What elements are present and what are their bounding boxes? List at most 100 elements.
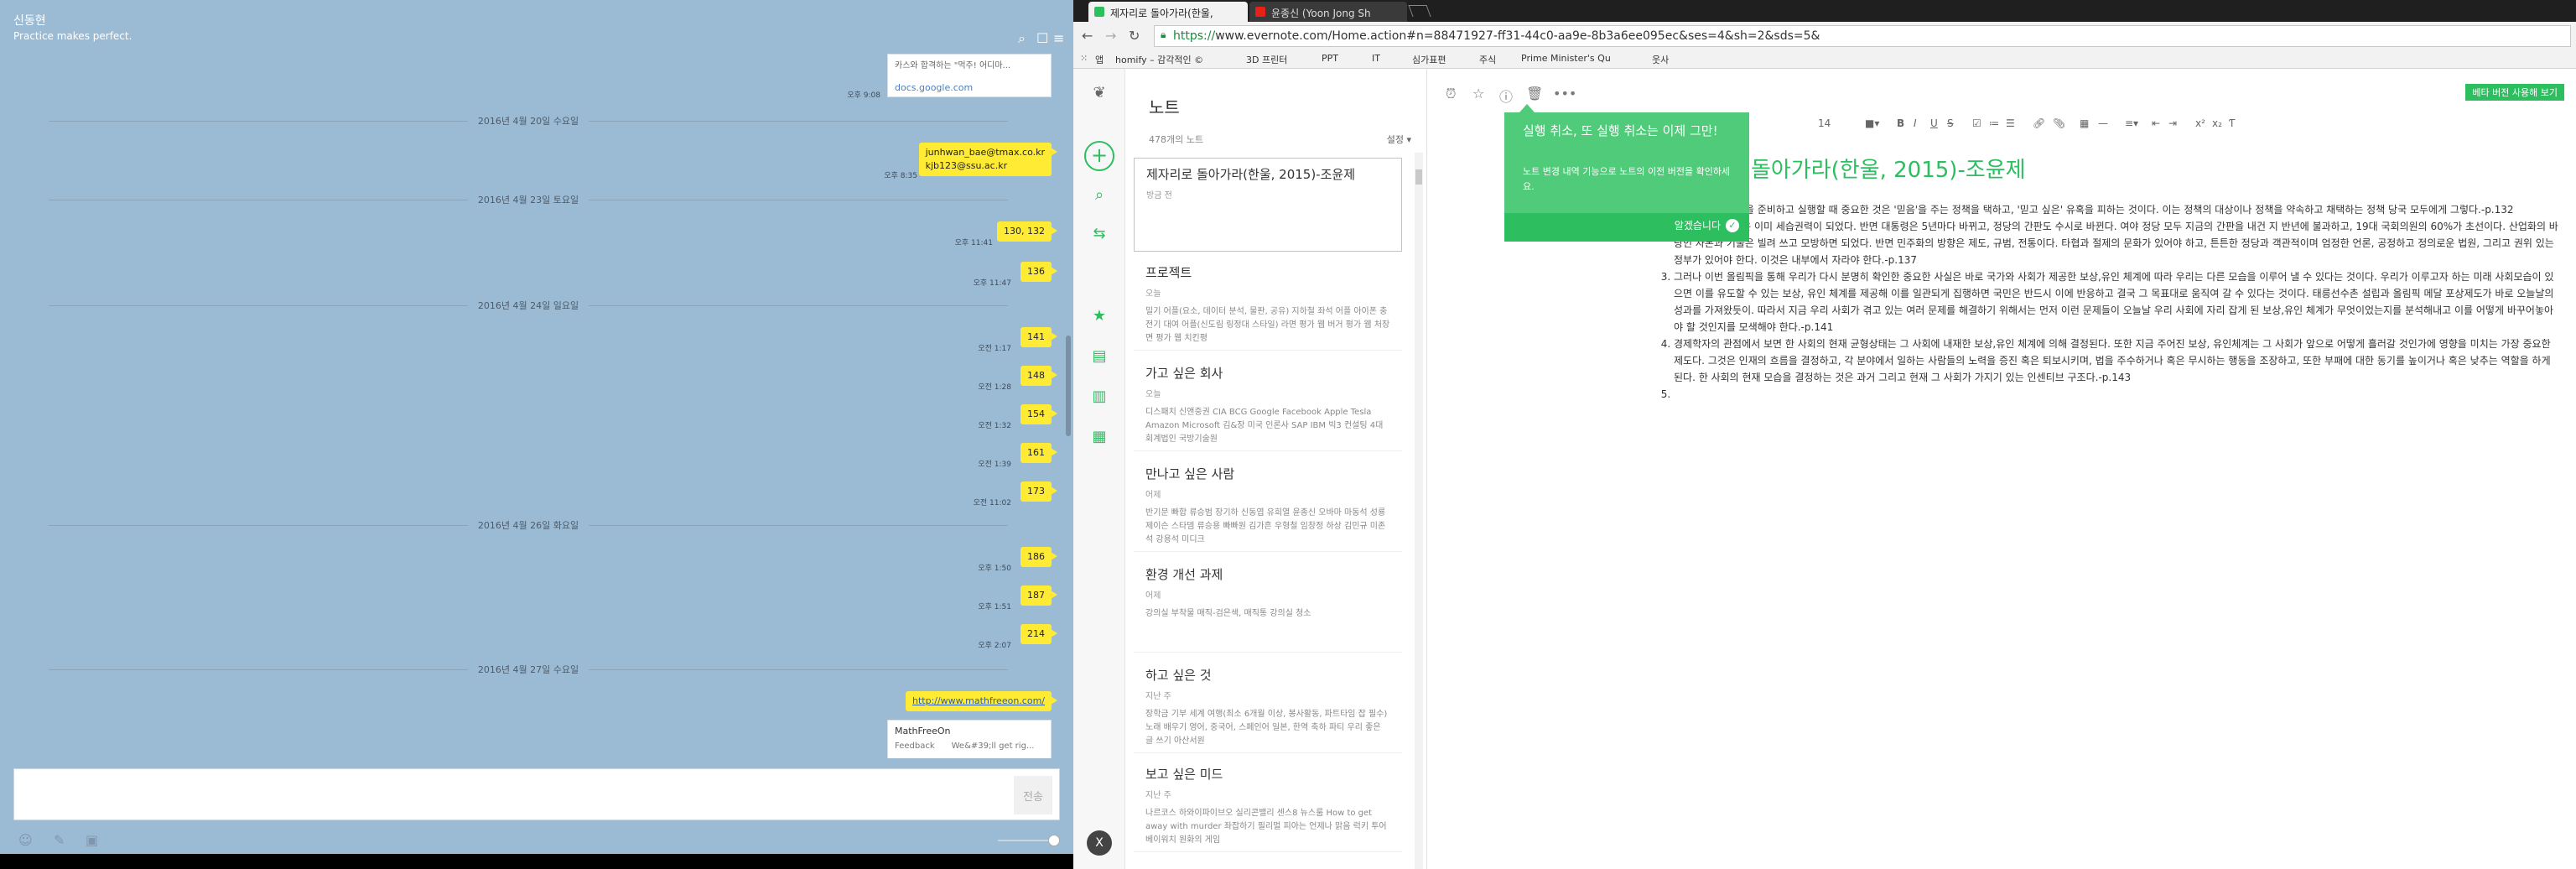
bookmark-folder[interactable]: 심가표편 xyxy=(1412,53,1446,66)
superscript-icon[interactable]: x² xyxy=(2195,117,2205,129)
feature-tooltip: 실행 취소, 또 실행 취소는 이제 그만! 노트 변경 내역 기능으로 노트의… xyxy=(1504,112,1749,242)
tab-evernote[interactable]: 제자리로 돌아가라(한울, xyxy=(1088,2,1248,22)
note-card[interactable]: 가고 싶은 회사 오늘 디스패치 신앤중권 CIA BCG Google Fac… xyxy=(1134,357,1402,451)
tooltip-body: 노트 변경 내역 기능으로 노트의 이전 버전을 확인하세요. xyxy=(1523,166,1731,192)
menu-icon[interactable]: ≡ xyxy=(1053,30,1064,46)
shortcut-star-icon[interactable]: ☆ xyxy=(1472,86,1484,101)
italic-icon[interactable]: I xyxy=(1914,117,1917,129)
tab-label: 제자리로 돌아가라(한울, xyxy=(1110,8,1213,19)
note-date: 오늘 xyxy=(1145,289,1161,299)
bookmark-homify[interactable]: homify – 감각적인 © xyxy=(1115,53,1203,66)
note-card[interactable]: 하고 싶은 것 지난 주 장학금 기부 세계 여행(최소 6개월 이상, 봉사활… xyxy=(1134,659,1402,753)
table-icon[interactable]: ▦ xyxy=(2080,117,2089,129)
notice-icon[interactable]: ☐ xyxy=(1036,30,1048,46)
strikethrough-icon[interactable]: S xyxy=(1947,117,1954,129)
bookmark-pm-questions[interactable]: Prime Minister's Qu xyxy=(1521,53,1611,64)
more-icon[interactable]: ••• xyxy=(1553,86,1576,101)
work-chat-icon[interactable]: ⇆ xyxy=(1089,225,1109,245)
trash-icon[interactable]: 🗑︎ xyxy=(1526,86,1543,101)
capture-icon[interactable]: ▣ xyxy=(86,832,98,848)
sort-options[interactable]: 설정 ▾ xyxy=(1387,133,1411,146)
bold-icon[interactable]: B xyxy=(1897,117,1904,129)
note-card[interactable]: 제자리로 돌아가라(한울, 2015)-조윤제 방금 전 xyxy=(1134,158,1402,252)
align-icon[interactable]: ≡▾ xyxy=(2125,117,2138,129)
message-bubble[interactable]: 148 xyxy=(1021,366,1057,386)
note-card[interactable]: 환경 개선 과제 어제 강의실 부착물 매직-검은색, 매직통 강의실 청소 xyxy=(1134,559,1402,653)
tab-youtube[interactable]: 윤종신 (Yoon Jong Sh xyxy=(1249,2,1407,22)
checkbox-icon[interactable]: ☑ xyxy=(1972,117,1981,129)
bookmark-3d[interactable]: 3D 프린터 xyxy=(1246,53,1287,66)
bookmark-humor[interactable]: 웃사 xyxy=(1652,53,1669,66)
message-text[interactable]: http://www.mathfreeon.com/ xyxy=(912,695,1045,706)
url-input[interactable]: https://www.evernote.com/Home.action#n=8… xyxy=(1154,25,2571,47)
bottom-strip xyxy=(0,854,1073,869)
tooltip-ok-label: 알겠습니다 xyxy=(1674,220,1721,232)
note-list-scroll-thumb[interactable] xyxy=(1415,169,1422,185)
evernote-logo-icon[interactable]: ❦ xyxy=(1089,84,1109,104)
message-text: 214 xyxy=(1027,628,1045,639)
message-bubble[interactable]: 154 xyxy=(1021,404,1057,424)
note-body[interactable]: 어떤 시대건 정책을 준비하고 실행할 때 중요한 것은 '믿음'을 주는 정책… xyxy=(1662,201,2559,403)
font-color-icon[interactable]: ■▾ xyxy=(1865,117,1879,129)
shortcuts-star-icon[interactable]: ★ xyxy=(1089,307,1109,327)
link-preview-card[interactable]: 카스와 합격하는 "먹주! 어디마... docs.google.com xyxy=(887,54,1052,97)
subscript-icon[interactable]: x₂ xyxy=(2212,117,2222,129)
outdent-icon[interactable]: ⇤ xyxy=(2152,117,2160,129)
search-icon[interactable]: ⌕ xyxy=(1018,30,1026,47)
message-bubble[interactable]: 187 xyxy=(1021,585,1057,606)
note-card[interactable]: 프로젝트 오늘 밀기 어플(요소, 데이터 분석, 물판, 공유) 지하철 좌석… xyxy=(1134,257,1402,351)
link-icon[interactable]: 🔗︎ xyxy=(2033,117,2045,129)
tags-icon[interactable]: ▦ xyxy=(1089,428,1109,448)
message-time: 오후 2:07 xyxy=(978,642,1011,650)
font-size-select[interactable]: 14 xyxy=(1818,117,1831,129)
indent-icon[interactable]: ⇥ xyxy=(2168,117,2177,129)
message-bubble[interactable]: 141 xyxy=(1021,327,1057,347)
lock-icon[interactable]: 🔒︎ xyxy=(1161,29,1166,41)
message-bubble[interactable]: 214 xyxy=(1021,624,1057,644)
message-bubble[interactable]: 136 xyxy=(1021,262,1057,282)
numbered-list-icon[interactable]: ≔ xyxy=(1989,117,1999,129)
back-icon[interactable]: ← xyxy=(1082,28,1093,44)
note-item: 어떤 시대건 정책을 준비하고 실행할 때 중요한 것은 '믿음'을 주는 정책… xyxy=(1674,201,2559,218)
clear-format-icon[interactable]: Ƭ xyxy=(2229,117,2235,129)
new-tab-button[interactable] xyxy=(1408,5,1431,17)
bookmark-stock[interactable]: 주식 xyxy=(1479,53,1496,66)
message-link[interactable]: http://www.mathfreeon.com/ xyxy=(905,691,1058,711)
note-list-scrollbar[interactable] xyxy=(1415,153,1423,869)
notebooks-icon[interactable]: ▥ xyxy=(1089,388,1109,408)
notes-icon[interactable]: ▤ xyxy=(1089,347,1109,367)
note-card[interactable]: 보고 싶은 미드 지난 주 나르코스 하와이파이브오 실리콘밸리 센스8 뉴스룸… xyxy=(1134,758,1402,852)
avatar[interactable]: X xyxy=(1087,830,1112,856)
card-link[interactable]: docs.google.com xyxy=(895,82,1044,93)
chat-scroll-thumb[interactable] xyxy=(1066,336,1071,436)
new-note-button[interactable]: + xyxy=(1084,141,1114,171)
attachment-icon[interactable]: 📎︎ xyxy=(2053,117,2065,129)
forward-icon[interactable]: → xyxy=(1105,28,1116,44)
message-bubble[interactable]: 161 xyxy=(1021,443,1057,463)
reminder-icon[interactable]: ⏰︎ xyxy=(1446,86,1456,102)
search-icon[interactable]: ⌕ xyxy=(1089,186,1109,206)
message-bubble[interactable]: 130, 132 xyxy=(997,221,1057,242)
reload-icon[interactable]: ↻ xyxy=(1129,28,1140,44)
message-input[interactable]: 전송 xyxy=(13,768,1060,820)
link-preview-card[interactable]: MathFreeOn Feedback We&#39;ll get rig... xyxy=(887,720,1052,758)
message-bubble[interactable]: 173 xyxy=(1021,481,1057,502)
apps-icon[interactable]: ⁙ xyxy=(1080,53,1088,64)
bullet-list-icon[interactable]: ☰ xyxy=(2006,117,2015,129)
bookmark-it[interactable]: IT xyxy=(1372,53,1380,64)
try-beta-button[interactable]: 베타 버전 사용해 보기 xyxy=(2465,84,2564,101)
underline-icon[interactable]: U xyxy=(1930,117,1938,129)
opacity-slider-handle[interactable] xyxy=(1048,835,1060,846)
bookmark-ppt[interactable]: PPT xyxy=(1322,53,1338,64)
bookmark-apps[interactable]: 앱 xyxy=(1095,53,1104,66)
message-bubble[interactable]: 186 xyxy=(1021,547,1057,567)
tooltip-ok-button[interactable]: 알겠습니다 ✓ xyxy=(1675,218,1739,232)
chat-messages[interactable]: 카스와 합격하는 "먹주! 어디마... docs.google.com 오후 … xyxy=(0,54,1073,758)
note-card[interactable]: 만나고 싶은 사람 어제 반기문 빠합 류승범 장기하 신동엽 유희열 윤종신 … xyxy=(1134,458,1402,552)
info-icon[interactable]: ⓘ xyxy=(1499,86,1513,106)
send-button[interactable]: 전송 xyxy=(1014,776,1052,814)
message-bubble[interactable]: junhwan_bae@tmax.co.kr kjb123@ssu.ac.kr xyxy=(918,143,1058,176)
attach-icon[interactable]: ✎ xyxy=(54,832,65,848)
horizontal-rule-icon[interactable]: — xyxy=(2098,117,2108,129)
emoticon-icon[interactable]: ☺ xyxy=(18,832,33,848)
